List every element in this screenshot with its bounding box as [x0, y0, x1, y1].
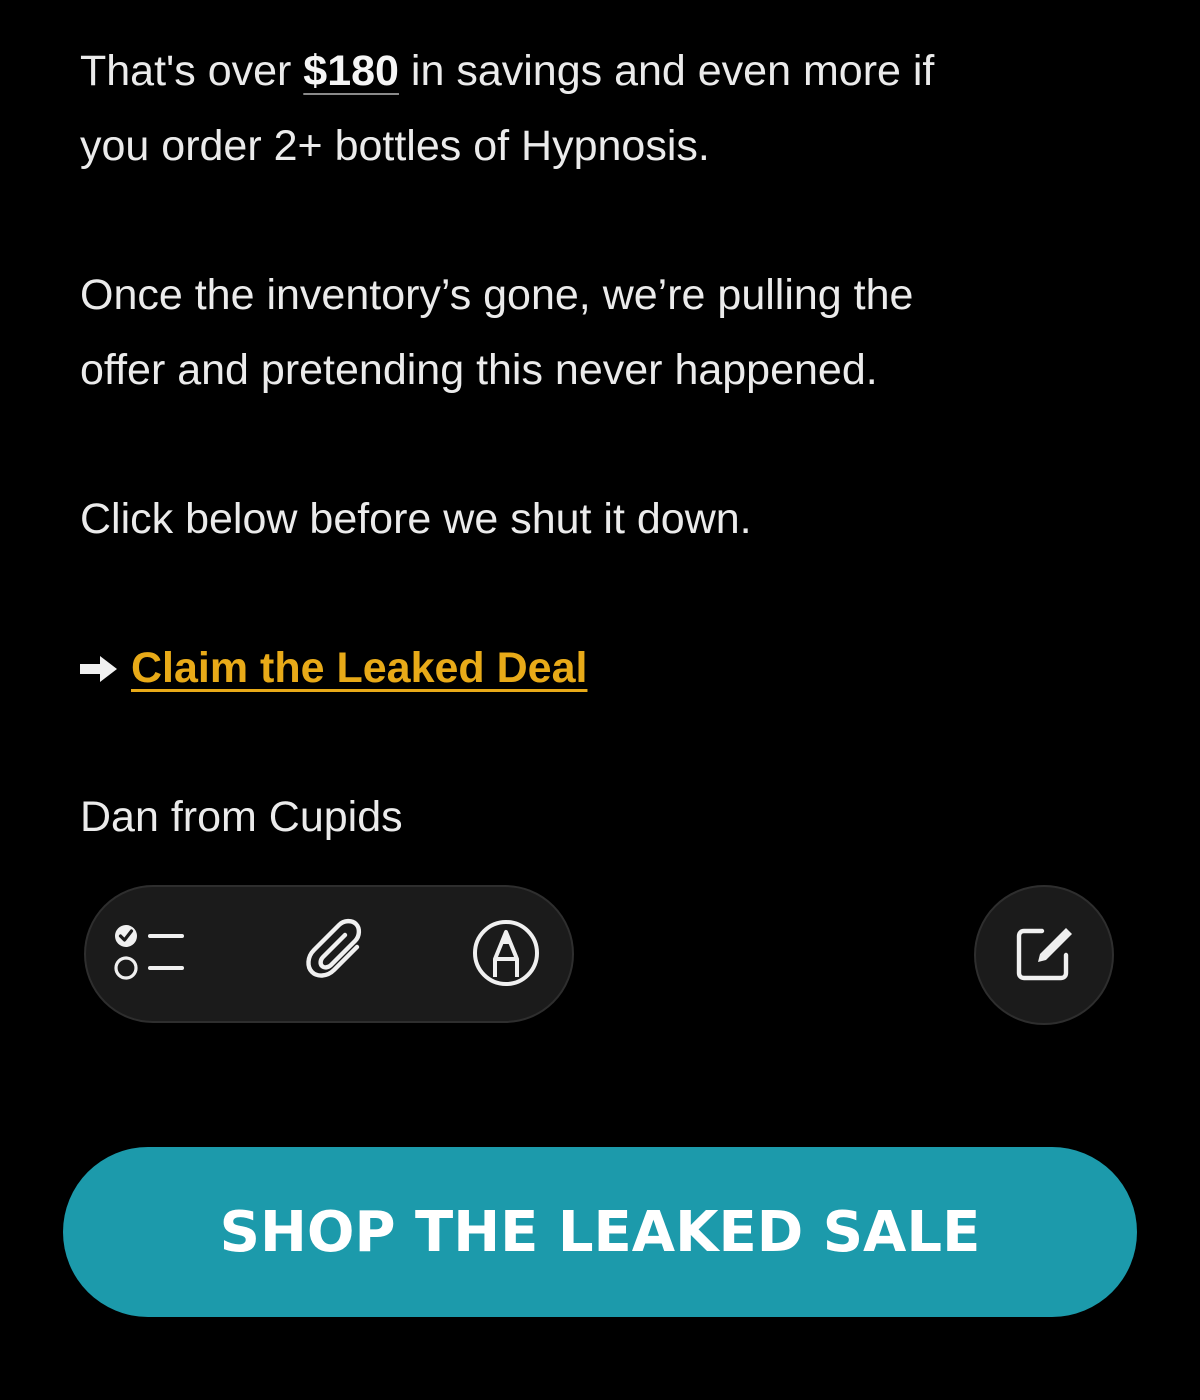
right-arrow-icon — [80, 654, 118, 684]
inventory-text-line1: Once the inventory’s gone, we’re pulling… — [80, 271, 914, 319]
markup-pen-icon — [468, 915, 544, 996]
savings-text-line2: you order 2+ bottles of Hypnosis. — [80, 122, 710, 170]
compose-icon — [1012, 921, 1076, 990]
compose-button[interactable] — [974, 885, 1114, 1025]
paperclip-icon — [300, 915, 376, 996]
markup-button[interactable] — [468, 917, 544, 993]
savings-text-end: in savings and even more if — [398, 47, 935, 95]
inventory-text-line2: offer and pretending this never happened… — [80, 346, 878, 394]
checklist-button[interactable] — [112, 917, 188, 993]
savings-paragraph: That's over $180 in savings and even mor… — [80, 34, 1120, 184]
compose-toolbar — [84, 885, 574, 1023]
cta-line: Claim the Leaked Deal — [80, 631, 587, 706]
attach-button[interactable] — [300, 917, 376, 993]
savings-text-start: That's over — [80, 47, 304, 95]
checklist-icon — [112, 915, 188, 996]
claim-deal-link[interactable]: Claim the Leaked Deal — [131, 631, 587, 706]
shop-sale-button[interactable]: SHOP THE LEAKED SALE — [63, 1147, 1137, 1317]
inventory-paragraph: Once the inventory’s gone, we’re pulling… — [80, 258, 1120, 408]
savings-amount: $180 — [303, 47, 399, 95]
signature: Dan from Cupids — [80, 793, 403, 841]
click-below-paragraph: Click below before we shut it down. — [80, 495, 752, 543]
